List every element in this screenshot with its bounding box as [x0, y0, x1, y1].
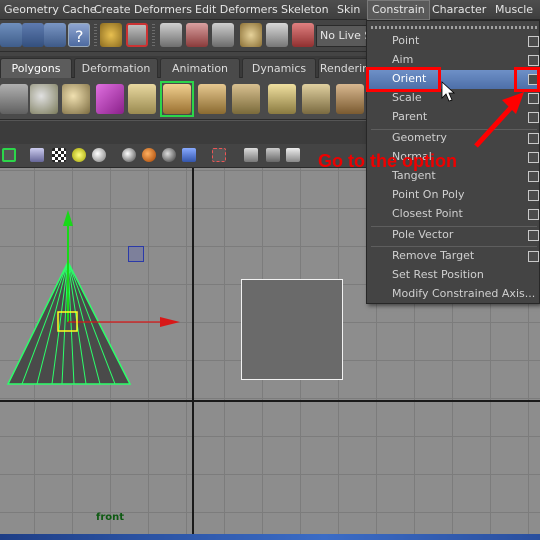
poly-sphere-icon[interactable]: [30, 84, 58, 114]
magnet-icon[interactable]: [266, 23, 288, 47]
select-object-icon[interactable]: [22, 23, 44, 47]
poly-cube-icon[interactable]: [96, 84, 124, 114]
menu-geometry-cache[interactable]: Geometry Cache: [0, 0, 101, 20]
menu-character[interactable]: Character: [428, 0, 490, 20]
split-icon[interactable]: [268, 84, 296, 114]
menu-constrain[interactable]: Constrain: [367, 0, 430, 20]
option-box-icon[interactable]: [528, 55, 539, 66]
option-box-icon[interactable]: [528, 171, 539, 182]
toolbar-separator: [94, 24, 97, 48]
menu-item-geometry[interactable]: Geometry: [368, 129, 540, 148]
option-box-icon[interactable]: [528, 36, 539, 47]
annotation-text: Go to the option: [318, 151, 457, 171]
menu-item-label: Set Rest Position: [392, 268, 484, 281]
menu-item-label: Pole Vector: [392, 228, 454, 241]
wireframe-icon[interactable]: [30, 148, 44, 162]
y-axis-arrow-icon[interactable]: [63, 210, 73, 226]
menu-item-parent[interactable]: Parent: [368, 108, 540, 127]
horizontal-axis-line: [0, 400, 540, 402]
option-box-icon[interactable]: [528, 209, 539, 220]
tab-animation[interactable]: Animation: [160, 58, 240, 78]
help-question-icon[interactable]: ?: [68, 23, 90, 47]
tab-deformation[interactable]: Deformation: [74, 58, 158, 78]
camera-attributes-icon[interactable]: [2, 148, 16, 162]
snap-curve-icon[interactable]: [160, 23, 182, 47]
menu-item-label: Remove Target: [392, 249, 475, 262]
menu-item-pole-vector[interactable]: Pole Vector: [368, 226, 540, 245]
poly-tool-icon[interactable]: [0, 84, 28, 114]
smooth-shade-icon[interactable]: [122, 148, 136, 162]
option-box-icon[interactable]: [528, 93, 539, 104]
xray-icon[interactable]: [244, 148, 258, 162]
isolate-select-icon[interactable]: [212, 148, 226, 162]
camera-label: front: [96, 512, 125, 523]
svg-text:?: ?: [75, 27, 84, 46]
shadow-icon[interactable]: [182, 148, 196, 162]
lock-icon[interactable]: [100, 23, 122, 47]
menu-item-label: Parent: [392, 110, 428, 123]
make-live-icon[interactable]: [292, 23, 314, 47]
menu-item-label: Modify Constrained Axis...: [392, 287, 536, 300]
menu-create-deformers[interactable]: Create Deformers: [90, 0, 196, 20]
x-axis-arrow-icon[interactable]: [160, 317, 180, 327]
option-box-icon[interactable]: [528, 251, 539, 262]
taskbar-strip: [0, 534, 540, 540]
tab-polygons[interactable]: Polygons: [0, 58, 72, 78]
checker-icon[interactable]: [52, 148, 66, 162]
option-box-icon[interactable]: [528, 230, 539, 241]
snap-plane-icon[interactable]: [212, 23, 234, 47]
light-icon[interactable]: [72, 148, 86, 162]
select-component-icon[interactable]: [44, 23, 66, 47]
append-icon[interactable]: [302, 84, 330, 114]
menu-item-modify-constrained-axis[interactable]: Modify Constrained Axis...: [368, 285, 540, 304]
tear-off-bar[interactable]: [371, 26, 537, 29]
menu-item-point-on-poly[interactable]: Point On Poly: [368, 186, 540, 205]
menu-item-label: Closest Point: [392, 207, 463, 220]
bevel-icon[interactable]: [198, 84, 226, 114]
shaded-sphere-icon[interactable]: [92, 148, 106, 162]
menu-item-remove-target[interactable]: Remove Target: [368, 247, 540, 266]
menu-skeleton[interactable]: Skeleton: [277, 0, 333, 20]
menu-bar: Geometry Cache Create Deformers Edit Def…: [0, 0, 540, 20]
menu-skin[interactable]: Skin: [333, 0, 364, 20]
snap-point-icon[interactable]: [186, 23, 208, 47]
menu-item-label: Point On Poly: [392, 188, 465, 201]
option-box-icon[interactable]: [528, 133, 539, 144]
menu-item-point[interactable]: Point: [368, 32, 540, 51]
menu-item-label: Geometry: [392, 131, 447, 144]
menu-item-label: Point: [392, 34, 420, 47]
option-box-highlight-box: [514, 67, 540, 92]
menu-item-label: Aim: [392, 53, 414, 66]
option-box-icon[interactable]: [528, 152, 539, 163]
grid-toggle-icon[interactable]: [266, 148, 280, 162]
orient-highlight-box: [366, 67, 441, 92]
extrude-icon[interactable]: [163, 84, 191, 114]
combine-icon[interactable]: [336, 84, 364, 114]
blue-locator[interactable]: [128, 246, 144, 262]
cone-object[interactable]: [0, 168, 200, 398]
film-gate-icon[interactable]: [286, 148, 300, 162]
select-hierarchy-icon[interactable]: [0, 23, 22, 47]
plane-object[interactable]: [241, 279, 343, 380]
bridge-icon[interactable]: [232, 84, 260, 114]
option-box-icon[interactable]: [528, 112, 539, 123]
lighting-icon[interactable]: [162, 148, 176, 162]
option-box-icon[interactable]: [528, 190, 539, 201]
menu-item-label: Scale: [392, 91, 422, 104]
menu-edit-deformers[interactable]: Edit Deformers: [191, 0, 282, 20]
menu-muscle[interactable]: Muscle: [491, 0, 537, 20]
texture-icon[interactable]: [142, 148, 156, 162]
poly-plane-icon[interactable]: [128, 84, 156, 114]
toolbar-separator: [152, 24, 155, 48]
menu-item-set-rest-position[interactable]: Set Rest Position: [368, 266, 540, 285]
snap-grid-icon[interactable]: [126, 23, 148, 47]
tab-dynamics[interactable]: Dynamics: [242, 58, 316, 78]
poly-torus-icon[interactable]: [62, 84, 90, 114]
menu-item-closest-point[interactable]: Closest Point: [368, 205, 540, 224]
snap-surface-icon[interactable]: [240, 23, 262, 47]
